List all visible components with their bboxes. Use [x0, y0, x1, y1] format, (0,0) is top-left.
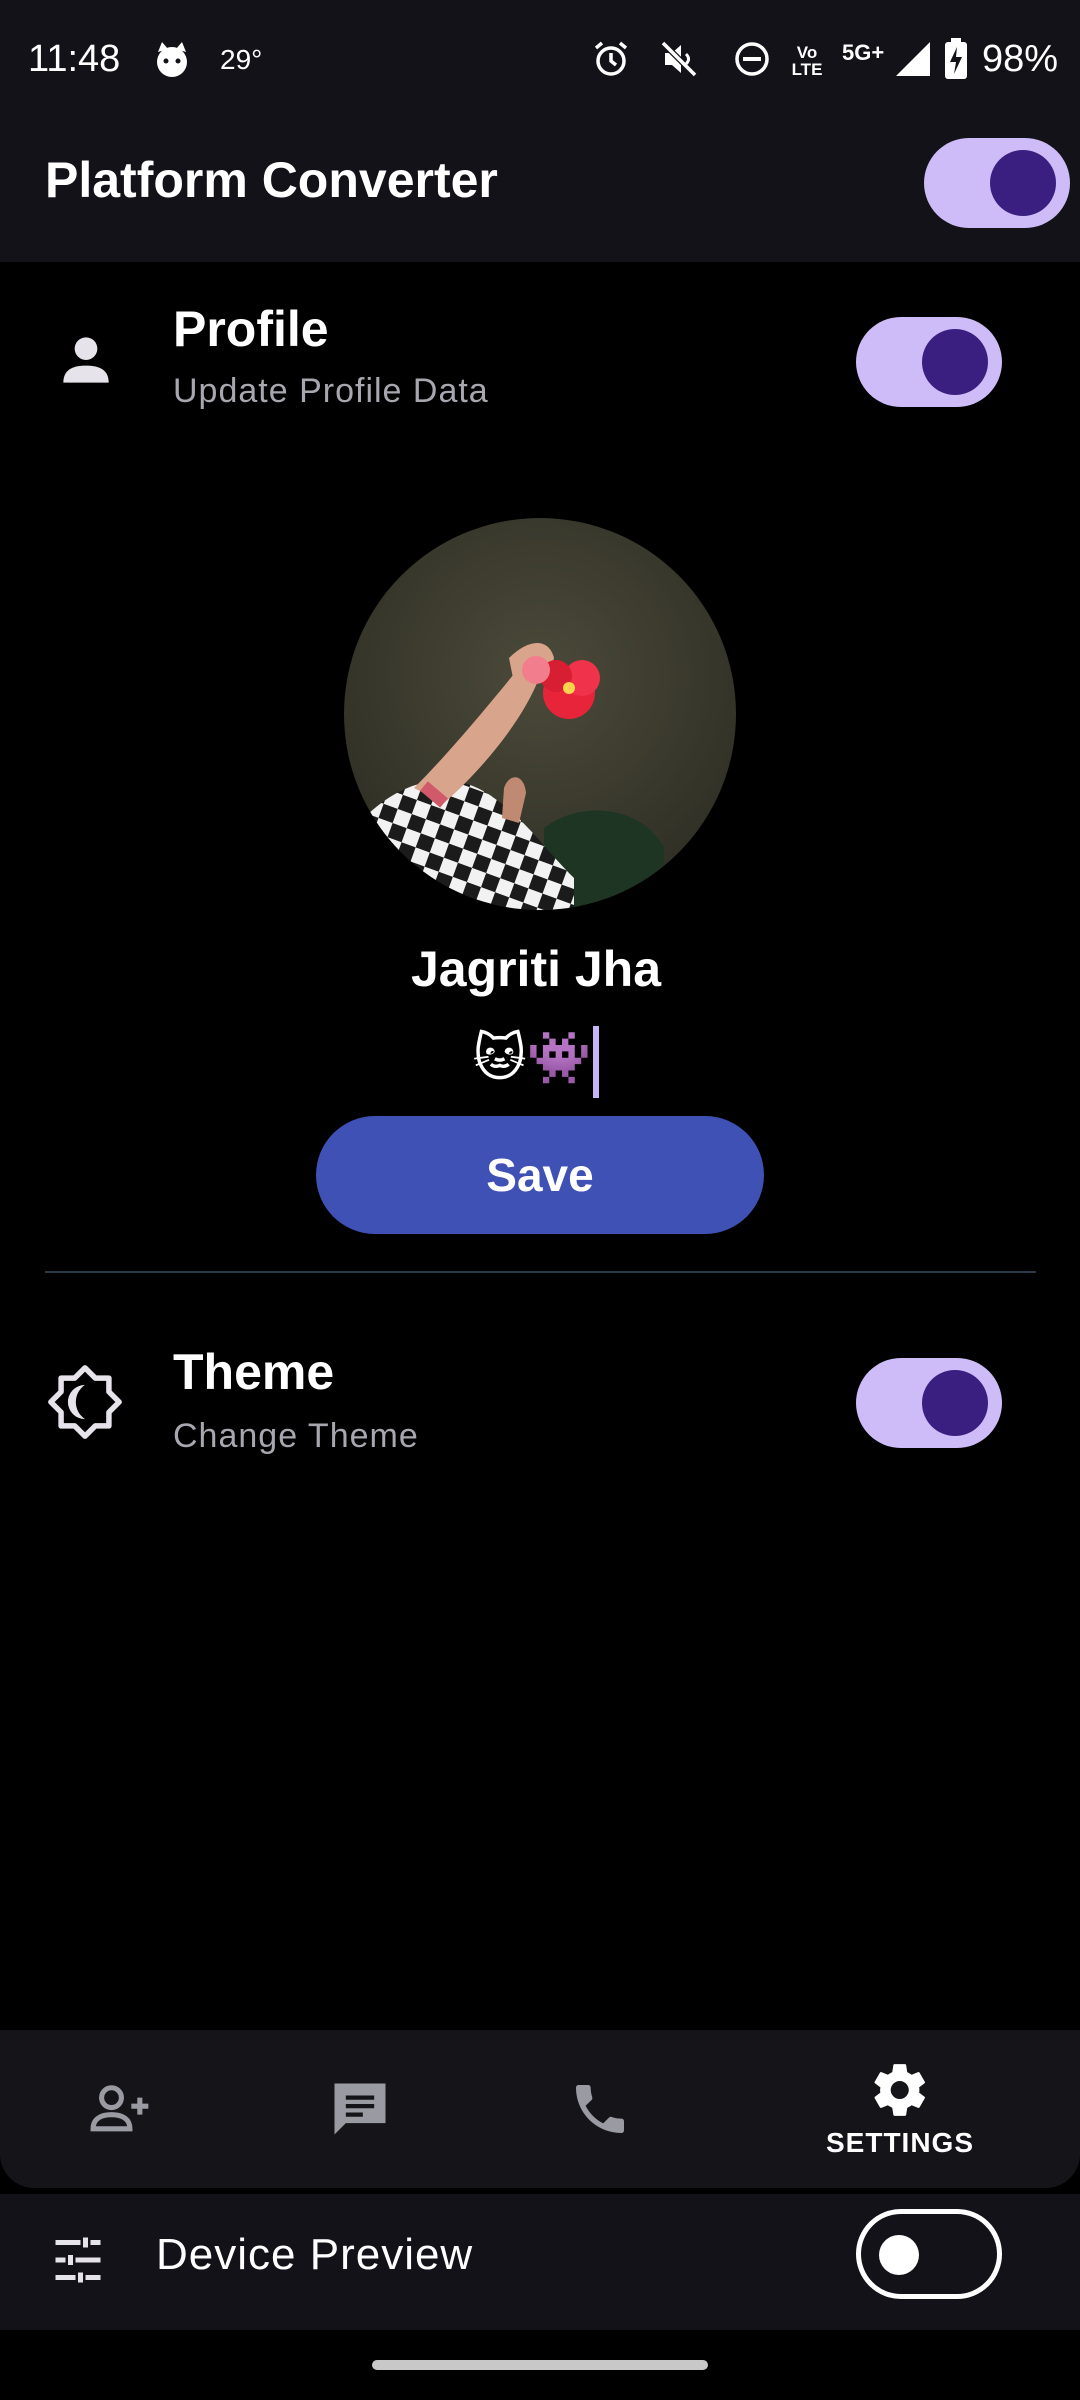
profile-subtitle: Update Profile Data: [173, 372, 489, 410]
platform-toggle[interactable]: [924, 138, 1070, 228]
section-divider: [45, 1271, 1036, 1273]
add-person-icon: [90, 2085, 149, 2132]
chat-icon: [334, 2083, 386, 2135]
settings-gear-icon: [874, 2064, 925, 2116]
save-button[interactable]: Save: [316, 1116, 764, 1234]
gesture-bar[interactable]: [372, 2360, 708, 2370]
nav-add-contact[interactable]: [20, 2030, 220, 2188]
device-preview-toggle[interactable]: [856, 2209, 1002, 2299]
profile-name[interactable]: Jagriti Jha: [0, 940, 1072, 998]
nav-chats[interactable]: [260, 2030, 460, 2188]
nav-settings[interactable]: SETTINGS: [800, 2030, 1000, 2188]
alarm-icon: [594, 41, 628, 76]
switch-knob: [990, 150, 1056, 216]
switch-knob: [922, 1370, 988, 1436]
cat-face-icon: [157, 42, 187, 77]
tune-sliders-icon: [55, 2237, 101, 2283]
text-cursor: [593, 1026, 600, 1098]
nav-calls[interactable]: [500, 2030, 700, 2188]
status-temperature: 29°: [220, 44, 263, 75]
battery-charging-icon: [945, 38, 967, 79]
app-title: Platform Converter: [45, 152, 498, 208]
device-preview-label: Device Preview: [156, 2230, 474, 2279]
signal-icon: [896, 42, 930, 76]
avatar-photo: [344, 518, 736, 910]
switch-knob: [922, 329, 988, 395]
mute-icon: [660, 40, 698, 78]
profile-avatar[interactable]: [344, 518, 736, 910]
dnd-icon: [735, 42, 769, 76]
theme-subtitle: Change Theme: [173, 1417, 419, 1455]
network-type: 5G+: [842, 40, 885, 65]
bio-text: 🐱👾: [472, 1029, 592, 1088]
profile-bio-input[interactable]: 🐱👾: [0, 1026, 1072, 1098]
theme-title: Theme: [173, 1344, 335, 1400]
profile-title: Profile: [173, 301, 329, 357]
nav-settings-label: SETTINGS: [825, 2127, 974, 2158]
switch-knob: [879, 2235, 919, 2275]
brightness-icon: [48, 1365, 122, 1439]
person-icon: [63, 337, 109, 383]
volte-icon: Vo LTE: [791, 43, 823, 79]
profile-toggle[interactable]: [856, 317, 1002, 407]
status-time: 11:48: [28, 38, 121, 80]
phone-icon: [576, 2085, 624, 2133]
theme-toggle[interactable]: [856, 1358, 1002, 1448]
battery-percent: 98%: [981, 38, 1058, 80]
